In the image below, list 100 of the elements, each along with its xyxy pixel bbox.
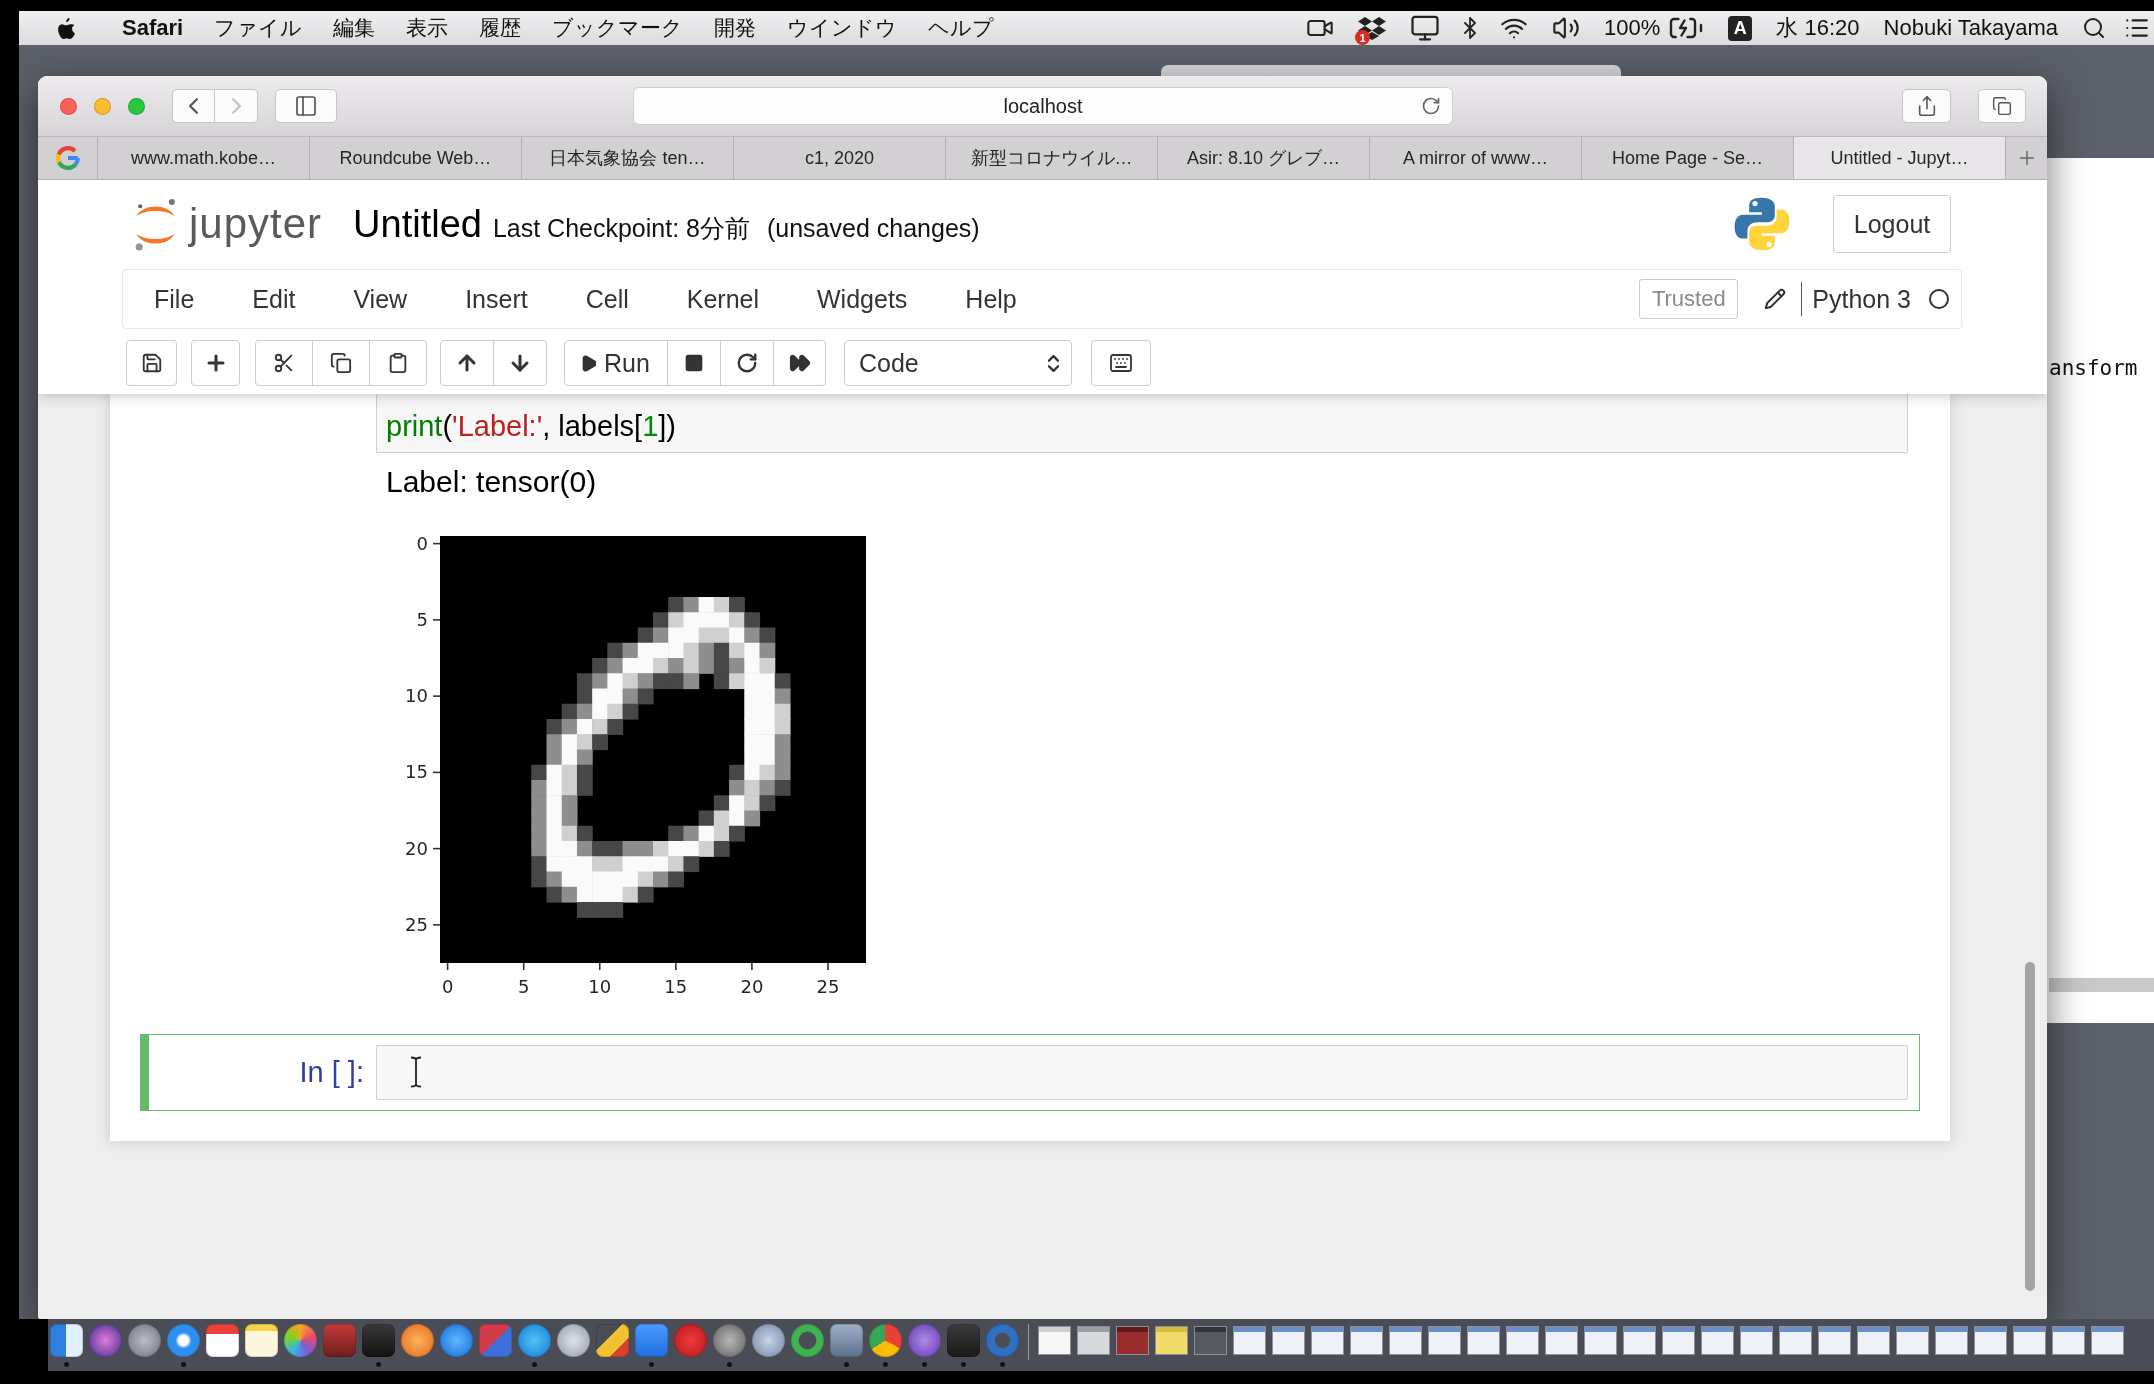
app-icon[interactable] [713,1324,746,1357]
app-icon[interactable] [206,1324,239,1357]
app-icon[interactable] [518,1324,551,1357]
app-icon[interactable] [557,1324,590,1357]
logo-text[interactable]: jupyter [189,199,323,249]
insert-cell-button[interactable] [191,340,240,386]
menu-item[interactable]: 履歴 [479,14,522,42]
close-window-button[interactable] [60,97,77,115]
apple-icon[interactable] [58,17,75,39]
display-icon[interactable] [1410,13,1441,43]
window-thumbnail-icon[interactable] [1623,1326,1656,1355]
window-thumbnail-icon[interactable] [1155,1326,1188,1355]
app-icon[interactable] [50,1324,83,1357]
stop-button[interactable] [667,340,721,386]
window-thumbnail-icon[interactable] [1584,1326,1617,1355]
menu-item[interactable]: 開発 [714,14,757,42]
window-thumbnail-icon[interactable] [1974,1326,2007,1355]
window-thumbnail-icon[interactable] [1818,1326,1851,1355]
window-thumbnail-icon[interactable] [1896,1326,1929,1355]
window-thumbnail-icon[interactable] [2052,1326,2085,1355]
window-thumbnail-icon[interactable] [1272,1326,1305,1355]
app-icon[interactable] [869,1324,902,1357]
window-thumbnail-icon[interactable] [1935,1326,1968,1355]
tab-overview-icon [1992,96,2012,116]
window-thumbnail-icon[interactable] [1038,1326,1071,1355]
notebook-title[interactable]: Untitled [353,202,482,246]
window-thumbnail-icon[interactable] [1428,1326,1461,1355]
menu-item[interactable]: Widgets [788,280,937,318]
cell-type-select[interactable]: Code [844,340,1072,386]
window-thumbnail-icon[interactable] [1857,1326,1890,1355]
zoom-window-button[interactable] [128,97,145,115]
app-icon[interactable] [284,1324,317,1357]
window-thumbnail-icon[interactable] [1389,1326,1422,1355]
address-field[interactable]: localhost [633,87,1453,125]
clock[interactable]: 水 16:20 [1776,13,1860,43]
sidebar-button[interactable] [275,89,337,123]
share-button[interactable] [1902,89,1951,123]
app-icon[interactable] [596,1324,629,1357]
window-thumbnail-icon[interactable] [1077,1326,1110,1355]
copy-button[interactable] [312,340,370,386]
app-icon[interactable] [440,1324,473,1357]
app-icon[interactable] [128,1324,161,1357]
move-up-button[interactable] [440,340,494,386]
app-icon[interactable] [167,1324,200,1357]
window-thumbnail-icon[interactable] [1311,1326,1344,1355]
window-thumbnail-icon[interactable] [1233,1326,1266,1355]
code-editor[interactable]: print('Label:', labels[1]) [376,394,1908,453]
window-thumbnail-icon[interactable] [2013,1326,2046,1355]
window-thumbnail-icon[interactable] [1545,1326,1578,1355]
menu-item[interactable]: Kernel [657,280,788,318]
keyboard-button[interactable] [1091,340,1151,386]
window-thumbnail-icon[interactable] [1701,1326,1734,1355]
window-thumbnail-icon[interactable] [1506,1326,1539,1355]
bluetooth-icon[interactable] [1464,17,1477,39]
notebook-cell[interactable]: In [ ]: [140,1034,1920,1111]
window-thumbnail-icon[interactable] [1662,1326,1695,1355]
menu-item[interactable]: View [324,280,437,318]
minimize-window-button[interactable] [94,97,111,115]
user-name[interactable]: Nobuki Takayama [1883,15,2058,41]
menu-item[interactable]: 表示 [406,14,449,42]
menu-item[interactable]: Help [936,280,1046,318]
app-icon[interactable] [245,1324,278,1357]
logout-button[interactable]: Logout [1833,195,1951,253]
window-thumbnail-icon[interactable] [1740,1326,1773,1355]
paste-button[interactable] [369,340,427,386]
window-thumbnail-icon[interactable] [1467,1326,1500,1355]
app-icon[interactable] [401,1324,434,1357]
app-icon[interactable] [752,1324,785,1357]
window-thumbnail-icon[interactable] [2091,1326,2124,1355]
menu-item[interactable]: ヘルプ [928,14,995,42]
menu-item[interactable]: ファイル [214,14,303,42]
orbit-logo-icon[interactable] [133,196,178,252]
move-down-button[interactable] [493,340,547,386]
notebook-cell[interactable]: print('Label:', labels[1]) Label: tensor(0) 0 5 10 15 20 25 0 5 10 15 20 25 [140,394,1920,1005]
window-thumbnail-icon[interactable] [1116,1326,1149,1355]
menu-item[interactable]: ウインドウ [787,14,898,42]
save-button[interactable] [126,340,177,386]
input-source-indicator[interactable]: A [1728,15,1753,41]
search-icon[interactable] [2082,16,2106,40]
menu-item[interactable]: ブックマーク [552,14,684,42]
menu-item[interactable]: Edit [223,280,325,318]
menu-item[interactable]: Insert [436,280,557,318]
tab-overview-button[interactable] [1978,89,2026,123]
window-thumbnail-icon[interactable] [1194,1326,1227,1355]
cut-button[interactable] [255,340,313,386]
app-menu[interactable]: Safari [122,15,184,41]
menu-item[interactable]: Cell [556,280,658,318]
fast-forward-button[interactable] [773,340,826,386]
pinned-site-icon[interactable] [55,146,80,170]
back-button[interactable] [172,89,215,123]
scroll-bar-thumb[interactable] [2025,962,2035,1291]
restart-button[interactable] [720,340,774,386]
menu-item[interactable]: File [125,280,224,318]
menu-item[interactable]: 編集 [333,14,376,42]
app-icon[interactable] [830,1324,863,1357]
kernel-name[interactable]: Python 3 [1812,284,1911,314]
window-thumbnail-icon[interactable] [1350,1326,1383,1355]
window-thumbnail-icon[interactable] [1779,1326,1812,1355]
browser-tab[interactable]: Untitled - Jupyt… [1793,137,2005,179]
run-button[interactable]: Run [564,340,668,386]
